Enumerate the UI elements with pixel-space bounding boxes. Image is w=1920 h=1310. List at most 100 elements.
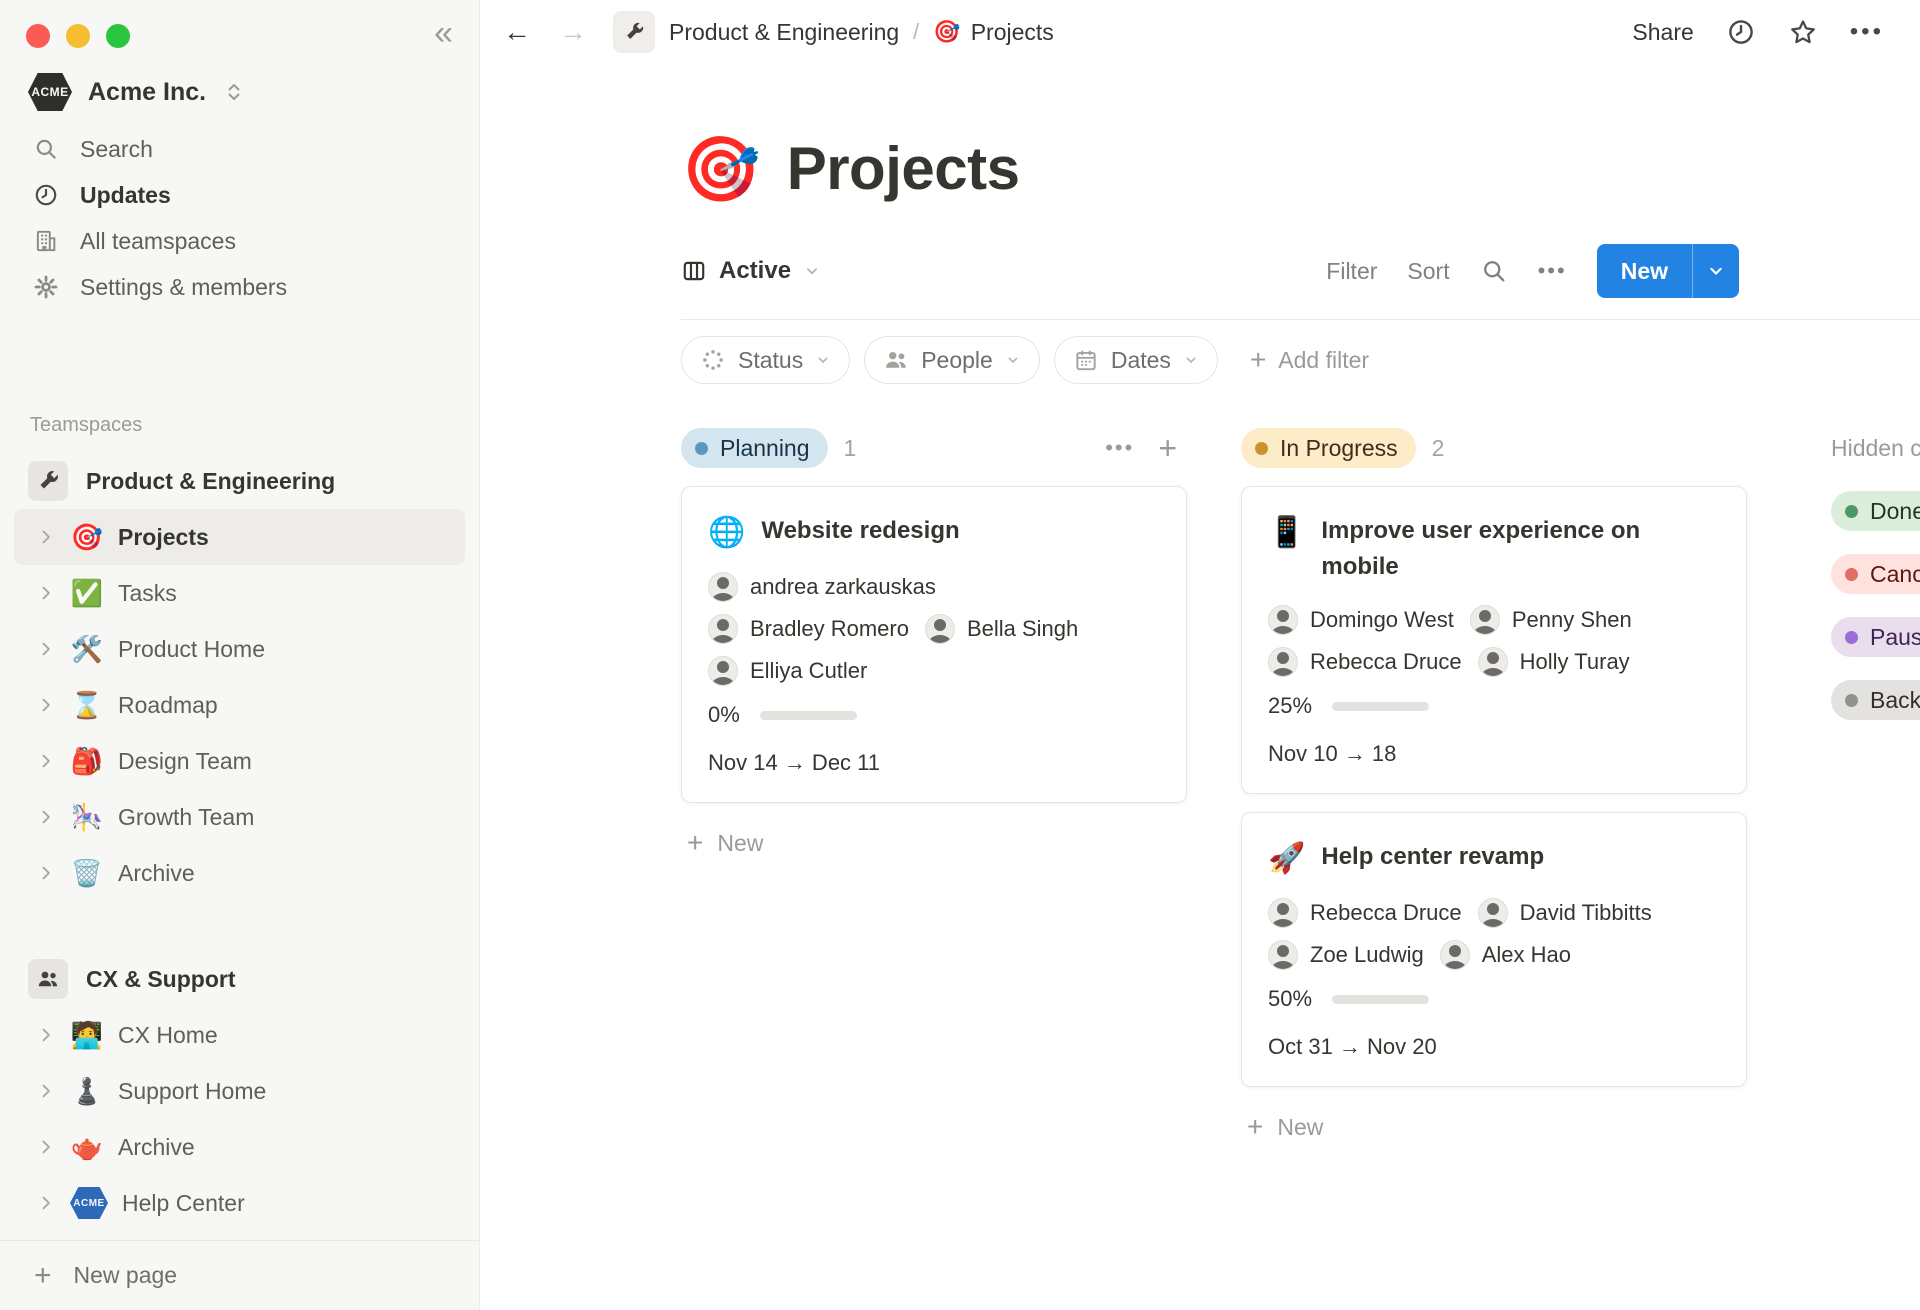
chevron-right-icon[interactable] [36,807,56,827]
new-button[interactable]: New [1597,244,1739,298]
project-card-website-redesign[interactable]: 🌐 Website redesign andrea zarkauskas Bra… [681,486,1187,803]
chevron-right-icon[interactable] [36,1137,56,1157]
sidebar-item-search[interactable]: Search [0,126,479,172]
sidebar-item-cx-home[interactable]: 🧑‍💻 CX Home [14,1007,465,1063]
new-button-caret-icon[interactable] [1693,244,1739,298]
new-page-label: New page [74,1262,178,1289]
chevron-right-icon[interactable] [36,583,56,603]
sidebar-item-label: Archive [118,860,195,887]
page-title-emoji[interactable]: 🎯 [681,137,761,201]
person-row: Elliya Cutler [708,656,1160,686]
sort-button[interactable]: Sort [1407,258,1449,285]
sidebar-item-projects[interactable]: 🎯 Projects [14,509,465,565]
breadcrumb-page[interactable]: Projects [971,19,1054,46]
status-pill-cancelled[interactable]: Cancelled [1831,554,1920,594]
filter-chip-dates[interactable]: Dates [1054,336,1218,384]
sidebar-item-all-teamspaces[interactable]: All teamspaces [0,218,479,264]
sidebar-item-design-team[interactable]: 🎒 Design Team [14,733,465,789]
filter-chip-people[interactable]: People [864,336,1040,384]
person[interactable]: Penny Shen [1470,605,1632,635]
sidebar-item-archive-product[interactable]: 🗑️ Archive [14,845,465,901]
page-title[interactable]: Projects [787,134,1020,203]
chevron-right-icon[interactable] [36,1193,56,1213]
chevron-right-icon[interactable] [36,527,56,547]
sidebar-item-roadmap[interactable]: ⌛ Roadmap [14,677,465,733]
sidebar-teamspace-cx-support[interactable]: CX & Support [0,951,479,1007]
page-emoji: 🎠 [70,804,104,830]
person[interactable]: Bella Singh [925,614,1078,644]
zoom-window-button[interactable] [106,24,130,48]
sidebar-item-tasks[interactable]: ✅ Tasks [14,565,465,621]
page-emoji: 🧑‍💻 [70,1022,104,1048]
workspace-logo-text: ACME [31,85,68,99]
person[interactable]: andrea zarkauskas [708,572,936,602]
column-new-button[interactable]: + New [1241,1113,1747,1141]
chevron-right-icon[interactable] [36,1025,56,1045]
hidden-status-row: Paused [1831,617,1920,657]
breadcrumb-teamspace-icon[interactable] [613,11,655,53]
sidebar-item-updates[interactable]: Updates [0,172,479,218]
filter-chip-label: Dates [1111,347,1171,374]
status-pill-done[interactable]: Done [1831,491,1920,531]
search-icon[interactable] [1480,257,1508,285]
forward-arrow-button[interactable]: → [559,18,587,46]
page-header: 🎯 Projects [681,134,1920,203]
column-more-icon[interactable]: ••• [1105,435,1134,461]
page-emoji: ✅ [70,580,104,606]
history-clock-icon[interactable] [1726,17,1756,47]
status-pill-backlog[interactable]: Backlog [1831,680,1920,720]
chevron-right-icon[interactable] [36,695,56,715]
share-button[interactable]: Share [1632,19,1693,46]
person[interactable]: Rebecca Druce [1268,647,1462,677]
sidebar-item-settings[interactable]: Settings & members [0,264,479,310]
filter-button[interactable]: Filter [1326,258,1377,285]
more-options-icon[interactable]: ••• [1850,20,1884,44]
minimize-window-button[interactable] [66,24,90,48]
new-button-label[interactable]: New [1597,244,1692,298]
person[interactable]: Bradley Romero [708,614,909,644]
close-window-button[interactable] [26,24,50,48]
person[interactable]: Holly Turay [1478,647,1630,677]
card-title: Help center revamp [1321,839,1544,878]
person[interactable]: Zoe Ludwig [1268,940,1424,970]
sidebar-item-growth-team[interactable]: 🎠 Growth Team [14,789,465,845]
new-page-button[interactable]: + New page [0,1240,479,1310]
add-filter-button[interactable]: + Add filter [1250,346,1369,374]
favorite-star-icon[interactable] [1788,17,1818,47]
person[interactable]: Elliya Cutler [708,656,867,686]
workspace-switcher[interactable]: ACME Acme Inc. [28,66,455,118]
sidebar-collapse-icon[interactable]: « [434,16,453,50]
status-label: Planning [720,435,810,462]
page-emoji: ♟️ [70,1078,104,1104]
filter-chip-status[interactable]: Status [681,336,850,384]
status-pill-planning[interactable]: Planning [681,428,828,468]
filter-bar: Status People Dates [681,336,1920,384]
sidebar-item-help-center[interactable]: ACME Help Center [14,1175,465,1231]
person[interactable]: David Tibbitts [1478,898,1652,928]
sidebar-item-support-home[interactable]: ♟️ Support Home [14,1063,465,1119]
breadcrumb-teamspace[interactable]: Product & Engineering [669,19,899,46]
person[interactable]: Rebecca Druce [1268,898,1462,928]
person-name: David Tibbitts [1520,900,1652,926]
chevron-right-icon[interactable] [36,1081,56,1101]
chevron-right-icon[interactable] [36,863,56,883]
person[interactable]: Alex Hao [1440,940,1571,970]
sidebar-item-label: Support Home [118,1078,266,1105]
sidebar-teamspace-product-engineering[interactable]: Product & Engineering [0,453,479,509]
status-pill-in-progress[interactable]: In Progress [1241,428,1416,468]
chevron-right-icon[interactable] [36,639,56,659]
person[interactable]: Domingo West [1268,605,1454,635]
project-card-help-center-revamp[interactable]: 🚀 Help center revamp Rebecca Druce David… [1241,812,1747,1087]
status-pill-paused[interactable]: Paused [1831,617,1920,657]
sidebar-item-product-home[interactable]: 🛠️ Product Home [14,621,465,677]
project-card-improve-mobile-ux[interactable]: 📱 Improve user experience on mobile Domi… [1241,486,1747,794]
view-tab-active[interactable]: Active [681,257,821,285]
person-name: andrea zarkauskas [750,574,936,600]
sidebar-item-archive-cx[interactable]: 🫖 Archive [14,1119,465,1175]
person-name: Penny Shen [1512,607,1632,633]
back-arrow-button[interactable]: ← [503,18,531,46]
column-add-icon[interactable]: + [1158,432,1177,464]
chevron-right-icon[interactable] [36,751,56,771]
column-new-button[interactable]: + New [681,829,1187,857]
view-more-icon[interactable]: ••• [1538,258,1567,284]
